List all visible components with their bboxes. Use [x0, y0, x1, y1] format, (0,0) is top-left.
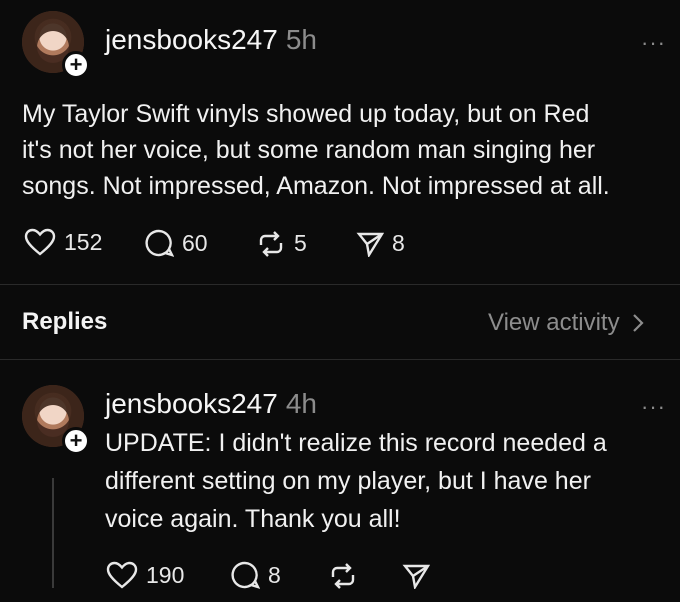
share-button[interactable]	[402, 563, 430, 589]
plus-icon[interactable]: +	[62, 51, 90, 79]
view-activity-label: View activity	[488, 309, 620, 336]
username[interactable]: jensbooks247	[105, 388, 278, 420]
reply-text-line: voice again. Thank you all!	[105, 505, 401, 533]
like-count: 190	[146, 561, 185, 588]
share-count: 8	[392, 230, 405, 256]
plus-icon[interactable]: +	[62, 427, 90, 455]
chevron-right-icon	[632, 314, 644, 332]
post-text-line: songs. Not impressed, Amazon. Not impres…	[22, 172, 610, 200]
repost-icon	[331, 563, 355, 589]
repost-button[interactable]	[328, 563, 358, 589]
view-activity-link[interactable]: View activity	[488, 309, 648, 337]
comment-button[interactable]: 60	[144, 228, 208, 258]
reply-text-line: UPDATE: I didn't realize this record nee…	[105, 429, 607, 457]
username[interactable]: jensbooks247	[105, 24, 278, 56]
repost-icon	[259, 230, 283, 257]
comment-count: 8	[268, 561, 281, 588]
like-button[interactable]: 190	[106, 561, 184, 589]
send-icon	[402, 564, 430, 589]
comment-icon	[231, 561, 260, 589]
share-button[interactable]: 8	[356, 230, 405, 257]
heart-icon	[24, 228, 56, 256]
more-options-icon[interactable]: ···	[641, 30, 666, 56]
timestamp: 4h	[285, 388, 317, 419]
post-text: My Taylor Swift vinyls showed up today, …	[22, 96, 672, 204]
heart-icon	[106, 561, 138, 589]
post-text-line: My Taylor Swift vinyls showed up today, …	[22, 100, 590, 128]
post-header: jensbooks247 5h	[105, 24, 317, 56]
comment-icon	[145, 229, 174, 257]
post-text-line: it's not her voice, but some random man …	[22, 136, 596, 164]
comment-count: 60	[182, 229, 208, 256]
divider	[0, 359, 680, 360]
timestamp: 5h	[285, 24, 317, 55]
reply-text-line: different setting on my player, but I ha…	[105, 467, 591, 495]
thread-line	[52, 478, 54, 588]
divider	[0, 284, 680, 285]
repost-count: 5	[294, 230, 307, 256]
replies-heading: Replies	[22, 308, 108, 335]
reply-header: jensbooks247 4h	[105, 388, 317, 420]
like-count: 152	[64, 228, 103, 255]
like-button[interactable]: 152	[24, 228, 102, 256]
send-icon	[356, 232, 384, 257]
repost-button[interactable]: 5	[256, 230, 307, 257]
reply-text: UPDATE: I didn't realize this record nee…	[105, 424, 675, 538]
more-options-icon[interactable]: ···	[641, 394, 666, 420]
comment-button[interactable]: 8	[230, 560, 281, 590]
